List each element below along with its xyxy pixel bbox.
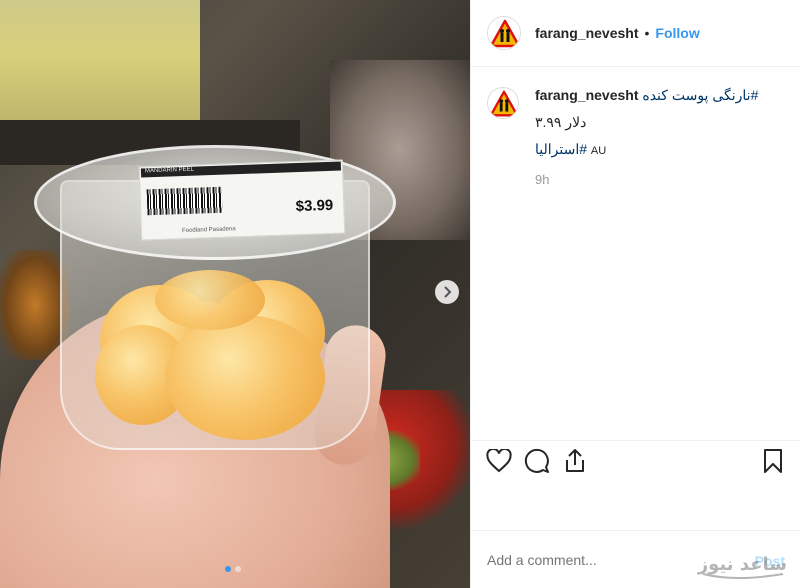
warning-sign-avatar-icon xyxy=(488,17,520,49)
site-watermark-logo: ساعد نیوز xyxy=(695,538,791,584)
post-time[interactable]: 9h xyxy=(535,172,758,187)
caption-price: دلار ۳.۹۹ xyxy=(535,114,587,130)
action-bar xyxy=(471,440,800,480)
hashtag-australia[interactable]: استرالیا# xyxy=(535,141,587,157)
caption-first-line: farang_nevesht نارنگی پوست کنده# xyxy=(535,87,758,104)
barcode xyxy=(146,186,223,216)
username[interactable]: farang_nevesht xyxy=(535,25,638,41)
post-side-panel: farang_nevesht • Follow farang_nevesht ن… xyxy=(470,0,800,588)
comment-button[interactable] xyxy=(523,447,551,475)
caption-tags: استرالیا# AU xyxy=(535,141,758,158)
orange-segment xyxy=(155,270,265,330)
watermark-text: ساعد نیوز xyxy=(697,554,787,575)
label-price: $3.99 xyxy=(295,196,334,216)
share-icon xyxy=(566,448,584,472)
carousel-dot xyxy=(235,566,241,572)
save-button[interactable] xyxy=(759,447,787,475)
orange-segment xyxy=(165,315,325,440)
bookmark-icon xyxy=(764,448,782,473)
background-container xyxy=(0,0,200,135)
share-button[interactable] xyxy=(561,447,589,475)
country-code: AU xyxy=(590,145,607,157)
post-header: farang_nevesht • Follow xyxy=(471,0,800,67)
chevron-right-icon xyxy=(444,286,452,298)
caption-body: farang_nevesht نارنگی پوست کنده# دلار ۳.… xyxy=(535,87,758,187)
price-label: MANDARIN PEEL $3.99 Foodland Pasadena xyxy=(138,159,346,241)
caption-avatar[interactable] xyxy=(487,87,519,119)
caption-text[interactable]: نارنگی پوست کنده# xyxy=(642,87,758,103)
caption-username[interactable]: farang_nevesht xyxy=(535,87,638,103)
carousel-dot xyxy=(225,566,231,572)
caption: farang_nevesht نارنگی پوست کنده# دلار ۳.… xyxy=(471,67,800,187)
post-photo[interactable]: MANDARIN PEEL $3.99 Foodland Pasadena xyxy=(0,0,470,588)
comment-icon xyxy=(524,448,549,473)
warning-sign-avatar-icon xyxy=(488,88,518,118)
heart-icon xyxy=(486,448,512,472)
carousel-next-button[interactable] xyxy=(435,280,459,304)
separator-dot: • xyxy=(644,25,650,41)
like-button[interactable] xyxy=(485,447,513,475)
carousel-dots xyxy=(225,566,241,572)
comment-input[interactable] xyxy=(487,551,707,568)
avatar[interactable] xyxy=(487,16,521,50)
comment-bar: Post ساعد نیوز xyxy=(471,530,800,588)
label-store: Foodland Pasadena xyxy=(181,226,236,235)
follow-button[interactable]: Follow xyxy=(655,25,699,41)
